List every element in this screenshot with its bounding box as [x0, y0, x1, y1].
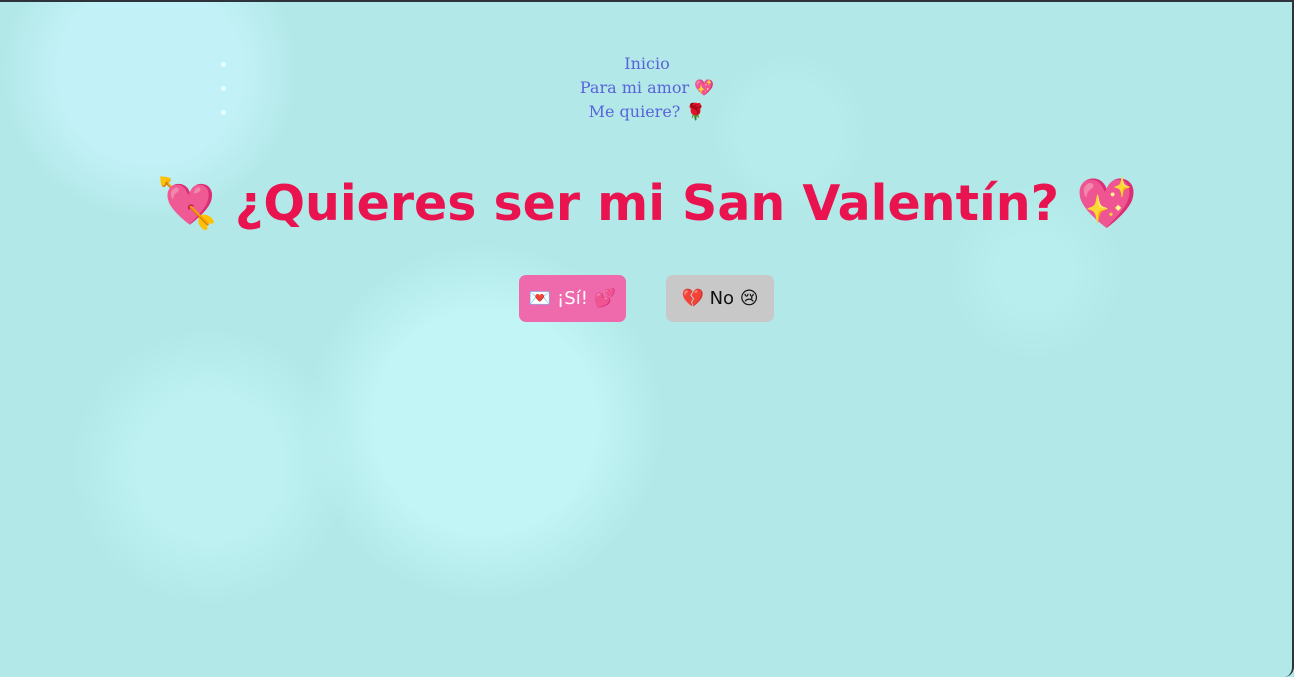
main-nav: Inicio Para mi amor 💖 Me quiere? 🌹	[0, 53, 1292, 123]
answer-buttons: 💌 ¡Sí! 💕 💔 No 😢	[519, 275, 774, 322]
page-title: 💘 ¿Quieres ser mi San Valentín? 💖	[156, 175, 1138, 232]
nav-link-me-quiere[interactable]: Me quiere? 🌹	[589, 101, 706, 123]
nav-link-inicio[interactable]: Inicio	[624, 53, 669, 75]
page: Inicio Para mi amor 💖 Me quiere? 🌹 💘 ¿Qu…	[0, 0, 1294, 677]
no-button[interactable]: 💔 No 😢	[666, 275, 774, 322]
nav-link-para-mi-amor[interactable]: Para mi amor 💖	[580, 77, 714, 99]
yes-button[interactable]: 💌 ¡Sí! 💕	[519, 275, 626, 322]
